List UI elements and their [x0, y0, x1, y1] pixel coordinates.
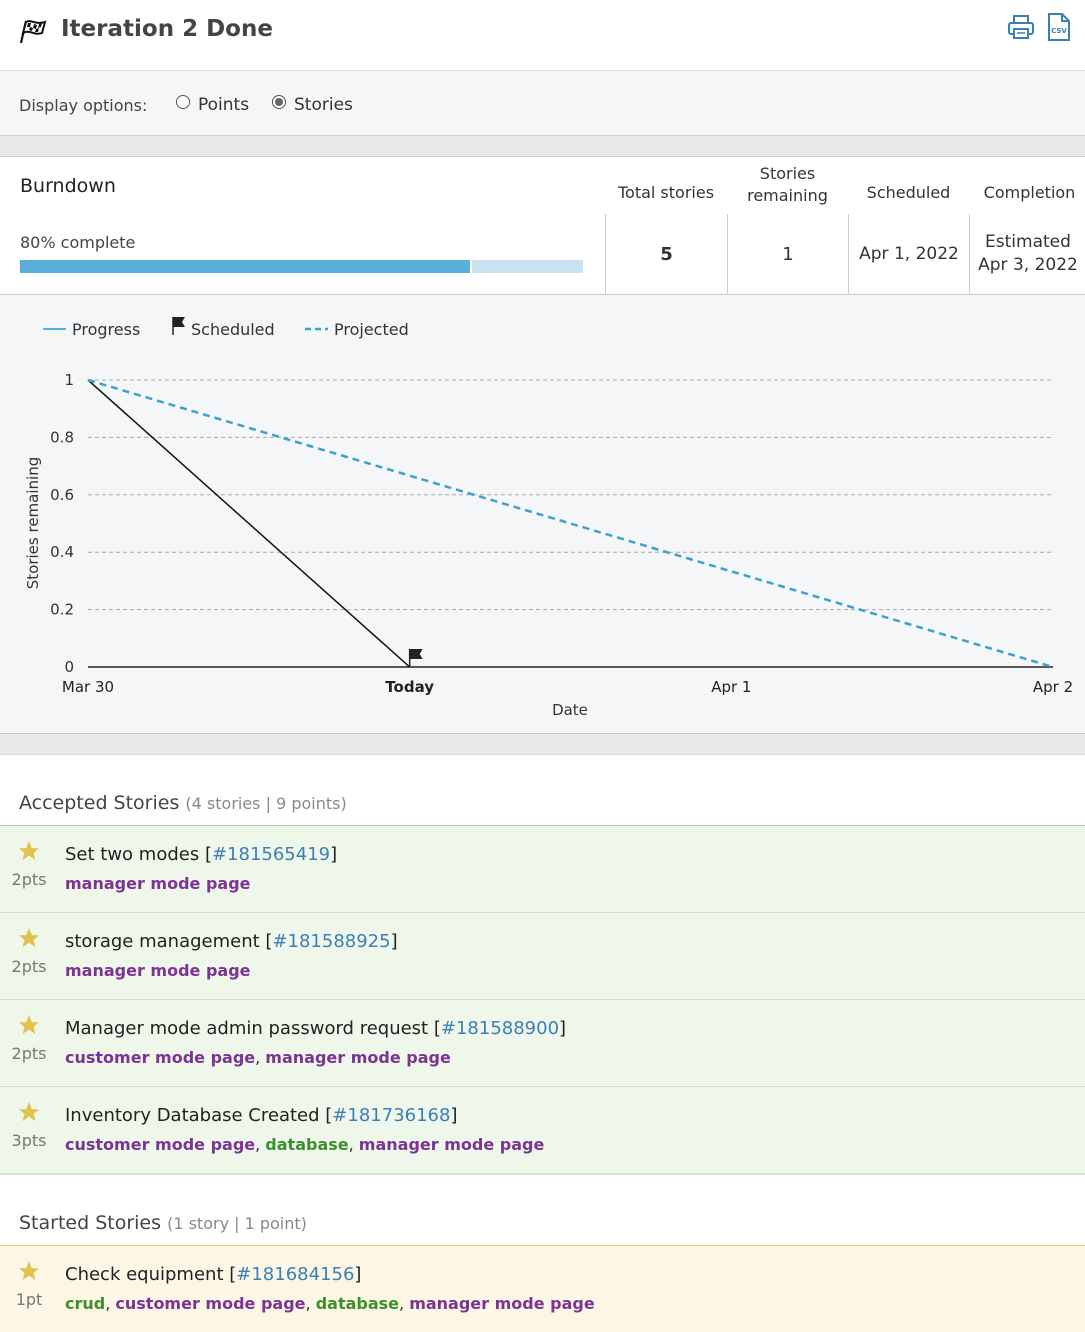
page-header: Iteration 2 Done CSV	[0, 0, 1085, 71]
stories-radio[interactable]	[272, 95, 286, 109]
x-tick-label: Apr 1	[711, 678, 751, 696]
started-stories-meta: (1 story | 1 point)	[167, 1214, 307, 1233]
chart-legend: Progress Scheduled Projected	[43, 317, 409, 339]
legend-progress-label: Progress	[72, 320, 140, 339]
story-title[interactable]: Check equipment [#181684156]	[65, 1264, 361, 1285]
legend-projected-label: Projected	[334, 320, 409, 339]
story-label-tag[interactable]: database	[316, 1294, 399, 1313]
accepted-stories-heading: Accepted Stories (4 stories | 9 points)	[19, 792, 347, 814]
accepted-stories-list: 2pts Set two modes [#181565419] manager mo…	[0, 825, 1085, 1175]
series-line-projected	[87, 378, 1054, 669]
accepted-stories-meta: (4 stories | 9 points)	[185, 794, 347, 813]
points-radio[interactable]	[176, 95, 190, 109]
story-row[interactable]: 3pts Inventory Database Created [#1817361…	[0, 1087, 1085, 1174]
y-tick-label: 0.2	[50, 601, 74, 619]
burndown-chart: Progress Scheduled Projected 0 0.2 0.4 0.6 0…	[24, 317, 1073, 719]
story-id-link[interactable]: #181565419	[212, 844, 330, 865]
story-label-tag[interactable]: manager mode page	[65, 961, 251, 980]
x-tick-label: Apr 2	[1033, 678, 1073, 696]
stories-radio-label[interactable]: Stories	[294, 95, 353, 115]
story-labels: manager mode page	[65, 874, 251, 893]
completion-header: Completion	[983, 183, 1076, 202]
story-row[interactable]: 2pts Manager mode admin password request …	[0, 1000, 1085, 1087]
csv-file-icon[interactable]: CSV	[1047, 13, 1071, 41]
progress-bar	[20, 260, 583, 273]
star-icon	[18, 1101, 40, 1122]
y-tick-label: 0.4	[50, 543, 74, 561]
story-label-tag[interactable]: database	[265, 1135, 348, 1154]
story-label-tag[interactable]: manager mode page	[359, 1135, 545, 1154]
story-label-tag[interactable]: customer mode page	[65, 1135, 255, 1154]
x-tick-label: Today	[385, 678, 434, 696]
story-id-link[interactable]: #181736168	[332, 1105, 450, 1126]
scheduled-header: Scheduled	[866, 183, 951, 202]
legend-flag-icon	[172, 317, 185, 335]
star-icon	[18, 1260, 40, 1281]
story-points: 1pt	[15, 1290, 43, 1309]
story-label-tag[interactable]: customer mode page	[115, 1294, 305, 1313]
star-icon	[18, 1014, 40, 1035]
x-axis-label: Date	[552, 701, 588, 719]
started-stories-heading: Started Stories (1 story | 1 point)	[19, 1212, 307, 1234]
story-label-tag[interactable]: crud	[65, 1294, 105, 1313]
scheduled-value: Apr 1, 2022	[848, 214, 969, 294]
display-options-bar: Display options: Points Stories	[0, 71, 1085, 136]
story-id-link[interactable]: #181588925	[272, 931, 390, 952]
story-title[interactable]: Set two modes [#181565419]	[65, 844, 337, 865]
scheduled-flag-marker	[408, 649, 423, 667]
story-row[interactable]: 2pts storage management [#181588925] manag…	[0, 913, 1085, 1000]
story-labels: customer mode page, database, manager mo…	[65, 1135, 545, 1154]
story-title[interactable]: Manager mode admin password request [#18…	[65, 1018, 566, 1039]
story-points: 2pts	[11, 870, 47, 889]
checkered-flag-icon	[19, 20, 47, 44]
story-points: 3pts	[11, 1131, 47, 1150]
divider	[0, 733, 1085, 755]
burndown-title: Burndown	[20, 175, 116, 197]
display-options-label: Display options:	[19, 96, 148, 115]
story-points: 2pts	[11, 1044, 47, 1063]
story-row[interactable]: 1pt Check equipment [#181684156] crud, cus…	[0, 1246, 1085, 1332]
y-tick-label: 1	[64, 371, 74, 389]
story-id-link[interactable]: #181588900	[441, 1018, 559, 1039]
total-stories-header: Total stories	[617, 183, 715, 202]
series-line-progress	[87, 379, 411, 668]
y-axis-label: Stories remaining	[24, 457, 42, 589]
page-title: Iteration 2 Done	[61, 16, 273, 42]
percent-complete-text: 80% complete	[20, 233, 136, 252]
star-icon	[18, 840, 40, 861]
x-tick-label: Mar 30	[62, 678, 114, 696]
printer-icon[interactable]	[1007, 14, 1035, 40]
stories-remaining-header: Stories remaining	[747, 164, 828, 205]
stories-remaining-value: 1	[727, 214, 848, 294]
story-title[interactable]: storage management [#181588925]	[65, 931, 398, 952]
y-tick-label: 0.6	[50, 486, 74, 504]
burndown-summary-row: 80% complete 5 1 Apr 1, 2022 Estimated Ap…	[0, 214, 1085, 295]
story-id-link[interactable]: #181684156	[236, 1264, 354, 1285]
story-label-tag[interactable]: manager mode page	[409, 1294, 595, 1313]
story-title[interactable]: Inventory Database Created [#181736168]	[65, 1105, 457, 1126]
progress-bar-fill	[20, 260, 473, 273]
legend-scheduled-label: Scheduled	[191, 320, 275, 339]
burndown-header: Burndown Total stories Stories remaining …	[0, 156, 1085, 215]
completion-value: Estimated Apr 3, 2022	[969, 214, 1085, 294]
svg-text:CSV: CSV	[1051, 27, 1067, 35]
y-tick-label: 0	[64, 658, 74, 676]
burndown-chart-area: Progress Scheduled Projected 0 0.2 0.4 0.6 0…	[0, 295, 1085, 733]
story-points: 2pts	[11, 957, 47, 976]
points-radio-label[interactable]: Points	[198, 95, 249, 115]
story-label-tag[interactable]: manager mode page	[265, 1048, 451, 1067]
story-row[interactable]: 2pts Set two modes [#181565419] manager mo…	[0, 826, 1085, 913]
y-tick-label: 0.8	[50, 428, 74, 446]
total-stories-value: 5	[605, 214, 727, 294]
story-label-tag[interactable]: manager mode page	[65, 874, 251, 893]
story-labels: crud, customer mode page, database, mana…	[65, 1294, 595, 1313]
star-icon	[18, 927, 40, 948]
story-label-tag[interactable]: customer mode page	[65, 1048, 255, 1067]
started-stories-list: 1pt Check equipment [#181684156] crud, cus…	[0, 1245, 1085, 1332]
story-labels: customer mode page, manager mode page	[65, 1048, 451, 1067]
divider	[0, 136, 1085, 156]
story-labels: manager mode page	[65, 961, 251, 980]
